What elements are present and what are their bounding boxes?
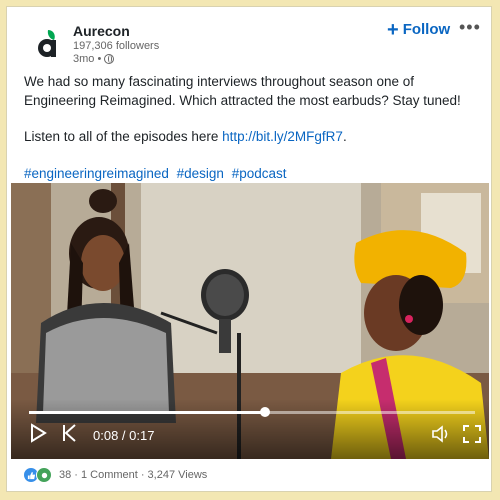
comment-count[interactable]: · 1 Comment bbox=[74, 469, 138, 481]
volume-icon[interactable] bbox=[431, 425, 451, 446]
post-timestamp: 3mo • bbox=[73, 53, 115, 65]
linkedin-post-card: Aurecon 197,306 followers 3mo • + Follow… bbox=[6, 6, 492, 492]
play-icon[interactable] bbox=[29, 423, 47, 446]
timestamp-text: 3mo • bbox=[73, 53, 102, 65]
link-suffix: . bbox=[342, 129, 347, 144]
post-text-line2: Listen to all of the episodes here http:… bbox=[24, 128, 484, 147]
replay-icon[interactable] bbox=[61, 423, 77, 446]
hashtag-podcast[interactable]: #podcast bbox=[232, 166, 287, 181]
hashtag-list: #engineeringreimagined #design #podcast bbox=[24, 165, 484, 184]
link-prefix: Listen to all of the episodes here bbox=[24, 129, 223, 144]
follower-count: 197,306 followers bbox=[73, 40, 160, 52]
video-player[interactable]: 0:08 / 0:17 bbox=[11, 183, 489, 459]
video-progress-bar[interactable] bbox=[29, 407, 475, 417]
hashtag-engineeringreimagined[interactable]: #engineeringreimagined bbox=[24, 166, 169, 181]
aurecon-logo-icon[interactable] bbox=[29, 25, 69, 65]
video-controls-overlay bbox=[11, 399, 489, 459]
video-progress-fill bbox=[29, 411, 266, 414]
fullscreen-icon[interactable] bbox=[463, 425, 481, 446]
current-time: 0:08 bbox=[93, 428, 119, 443]
duration: 0:17 bbox=[129, 428, 155, 443]
view-count: · 3,247 Views bbox=[140, 469, 208, 481]
support-reaction-icon bbox=[36, 467, 52, 483]
episodes-link[interactable]: http://bit.ly/2MFgfR7 bbox=[222, 129, 343, 144]
social-counts: 38 · 1 Comment · 3,247 Views bbox=[23, 467, 207, 483]
reaction-count[interactable]: 38 bbox=[59, 469, 71, 481]
video-time: 0:08 / 0:17 bbox=[93, 428, 154, 443]
post-body: We had so many fascinating interviews th… bbox=[24, 73, 484, 201]
hashtag-design[interactable]: #design bbox=[177, 166, 224, 181]
follow-label: Follow bbox=[402, 21, 451, 38]
more-icon[interactable]: ••• bbox=[459, 17, 481, 38]
author-name[interactable]: Aurecon bbox=[73, 23, 130, 39]
globe-icon bbox=[104, 54, 115, 64]
follow-button[interactable]: + Follow bbox=[387, 18, 451, 41]
post-text-line1: We had so many fascinating interviews th… bbox=[24, 74, 461, 108]
plus-icon: + bbox=[387, 18, 399, 41]
time-separator: / bbox=[118, 428, 130, 443]
